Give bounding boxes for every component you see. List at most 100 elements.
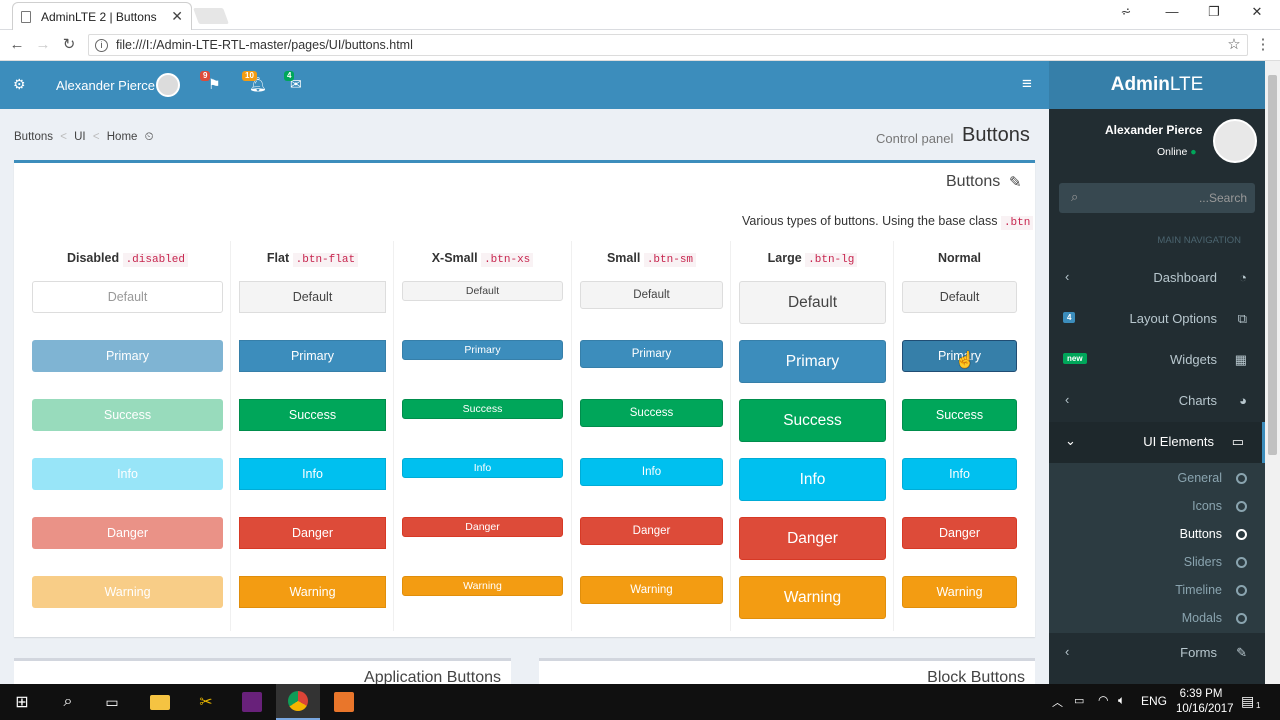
sm-warning-button[interactable]: Warning <box>580 576 723 604</box>
sidebar-sub-icons[interactable]: Icons <box>1049 492 1265 520</box>
restore-button[interactable]: ❐ <box>1194 4 1234 24</box>
disabled-primary-button[interactable]: Primary <box>32 340 223 372</box>
xs-danger-button[interactable]: Danger <box>402 517 563 537</box>
url-field[interactable]: i file:///I:/Admin-LTE-RTL-master/pages/… <box>88 34 1248 56</box>
flat-default-button[interactable]: Default <box>239 281 386 313</box>
xs-default-button[interactable]: Default <box>402 281 563 301</box>
header-avatar[interactable] <box>156 73 180 97</box>
sm-info-button[interactable]: Info <box>580 458 723 486</box>
logo[interactable]: AdminLTE <box>1049 61 1265 109</box>
block-buttons-box: Block Buttons <box>539 658 1035 684</box>
search-icon[interactable]: ⌕ <box>1071 189 1078 205</box>
visual-studio-icon[interactable] <box>230 684 274 720</box>
sm-success-button[interactable]: Success <box>580 399 723 427</box>
language-indicator[interactable]: ENG <box>1141 694 1167 708</box>
flat-success-button[interactable]: Success <box>239 399 386 431</box>
xs-success-button[interactable]: Success <box>402 399 563 419</box>
sidebar-search[interactable]: ⌕ ...Search <box>1059 183 1255 213</box>
breadcrumb-home[interactable]: Home <box>107 131 138 143</box>
account-icon[interactable]: ⩫ <box>1106 4 1146 24</box>
media-app-icon[interactable] <box>322 684 366 720</box>
sidebar-sub-sliders[interactable]: Sliders <box>1049 548 1265 576</box>
menu-dots-icon[interactable]: ⋮ <box>1252 34 1274 56</box>
sidebar-item-widgets[interactable]: new Widgets ▦ <box>1049 340 1265 381</box>
notification-icon[interactable]: ▤ <box>1241 693 1254 710</box>
header-user-name[interactable]: Alexander Pierce <box>56 78 155 93</box>
file-explorer-icon[interactable] <box>138 684 182 720</box>
back-icon[interactable]: ← <box>6 34 28 56</box>
page-scrollbar[interactable] <box>1265 61 1280 684</box>
flat-danger-button[interactable]: Danger <box>239 517 386 549</box>
disabled-success-button[interactable]: Success <box>32 399 223 431</box>
bookmark-star-icon[interactable]: ☆ <box>1223 34 1245 56</box>
sm-danger-button[interactable]: Danger <box>580 517 723 545</box>
xs-info-button[interactable]: Info <box>402 458 563 478</box>
flags-badge: 9 <box>200 71 211 81</box>
clock[interactable]: 6:39 PM 10/16/2017 <box>1176 687 1234 717</box>
sm-default-button[interactable]: Default <box>580 281 723 309</box>
lg-success-button[interactable]: Success <box>739 399 886 442</box>
disabled-warning-button[interactable]: Warning <box>32 576 223 608</box>
browser-tab[interactable]: AdminLTE 2 | Buttons ✕ <box>12 2 192 30</box>
task-view-icon[interactable]: ▭ <box>90 684 134 720</box>
pie-chart-icon: ◕ <box>1239 393 1247 408</box>
sidebar-item-layout-options[interactable]: 4 Layout Options ⧉ <box>1049 299 1265 340</box>
forward-icon[interactable]: → <box>32 34 54 56</box>
sidebar-sub-general[interactable]: General <box>1049 464 1265 492</box>
success-button[interactable]: Success <box>902 399 1017 431</box>
search-input[interactable]: ...Search <box>1199 191 1247 205</box>
sm-primary-button[interactable]: Primary <box>580 340 723 368</box>
lg-primary-button[interactable]: Primary <box>739 340 886 383</box>
close-window-button[interactable]: ✕ <box>1237 4 1277 24</box>
xs-primary-button[interactable]: Primary <box>402 340 563 360</box>
lg-danger-button[interactable]: Danger <box>739 517 886 560</box>
warning-button[interactable]: Warning <box>902 576 1017 608</box>
breadcrumb-buttons[interactable]: Buttons <box>14 131 53 143</box>
tools-app-icon[interactable]: ✂ <box>184 684 228 720</box>
xs-warning-button[interactable]: Warning <box>402 576 563 596</box>
battery-icon[interactable]: ▭ <box>1074 694 1084 707</box>
volume-icon[interactable]: 🔈︎ <box>1118 693 1125 708</box>
windows-taskbar: ⊞ ⌕ ▭ ✂ ︿ ▭ ◠ 🔈︎ ENG 6:39 PM 10/16/2017 … <box>0 684 1280 720</box>
danger-button[interactable]: Danger <box>902 517 1017 549</box>
block-buttons-title: Block Buttons <box>927 669 1025 684</box>
info-icon[interactable]: i <box>95 38 108 52</box>
sidebar-item-ui-elements[interactable]: ⌄ UI Elements ▭ <box>1049 422 1265 463</box>
sidebar-sub-modals[interactable]: Modals <box>1049 604 1265 632</box>
flat-info-button[interactable]: Info <box>239 458 386 490</box>
minimize-button[interactable]: — <box>1152 4 1192 24</box>
sidebar-item-charts[interactable]: ‹ Charts ◕ <box>1049 381 1265 422</box>
sidebar-item-dashboard[interactable]: ‹ Dashboard ◔ <box>1049 258 1265 299</box>
default-button[interactable]: Default <box>902 281 1017 313</box>
flat-primary-button[interactable]: Primary <box>239 340 386 372</box>
breadcrumb-ui[interactable]: UI <box>74 131 86 143</box>
url-text: file:///I:/Admin-LTE-RTL-master/pages/UI… <box>116 38 413 52</box>
chrome-icon[interactable] <box>276 684 320 720</box>
windows-start-icon[interactable]: ⊞ <box>0 684 44 720</box>
page-title: Buttons <box>962 124 1030 146</box>
hamburger-icon[interactable]: ≡ <box>1022 74 1032 94</box>
disabled-default-button[interactable]: Default <box>32 281 223 313</box>
search-icon[interactable]: ⌕ <box>46 684 90 720</box>
disabled-info-button[interactable]: Info <box>32 458 223 490</box>
scrollbar-thumb[interactable] <box>1268 75 1277 455</box>
laptop-icon: ▭ <box>1231 434 1244 449</box>
th-icon: ▦ <box>1234 352 1247 367</box>
gears-icon[interactable]: ⚙ <box>13 76 26 93</box>
lg-default-button[interactable]: Default <box>739 281 886 324</box>
sidebar-sub-timeline[interactable]: Timeline <box>1049 576 1265 604</box>
reload-icon[interactable]: ↻ <box>58 34 80 56</box>
flat-warning-button[interactable]: Warning <box>239 576 386 608</box>
circle-icon <box>1236 557 1247 568</box>
lg-warning-button[interactable]: Warning <box>739 576 886 619</box>
wifi-icon[interactable]: ◠ <box>1098 693 1108 707</box>
sidebar-item-forms[interactable]: ‹ Forms ✎ <box>1049 633 1265 674</box>
disabled-danger-button[interactable]: Danger <box>32 517 223 549</box>
tray-chevron-icon[interactable]: ︿ <box>1052 694 1063 710</box>
close-tab-icon[interactable]: ✕ <box>171 8 183 25</box>
sidebar-sub-buttons[interactable]: Buttons <box>1049 520 1265 548</box>
new-tab-button[interactable] <box>193 8 229 24</box>
info-button[interactable]: Info <box>902 458 1017 490</box>
lg-info-button[interactable]: Info <box>739 458 886 501</box>
header-disabled: Disabled .disabled <box>32 251 223 267</box>
